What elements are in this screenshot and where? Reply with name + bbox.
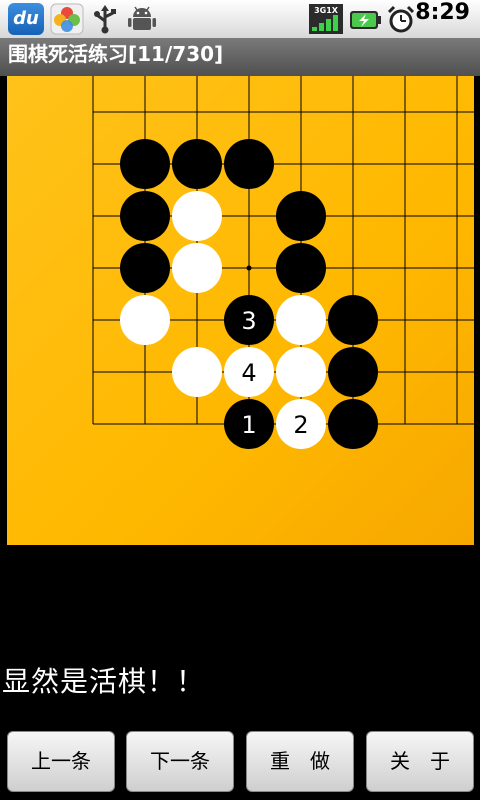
usb-icon <box>94 5 116 34</box>
black-stone-disc <box>328 399 378 449</box>
black-stone-disc <box>224 139 274 189</box>
black-stone[interactable]: 3 <box>224 295 274 345</box>
black-stone-disc <box>120 139 170 189</box>
black-stone[interactable] <box>328 399 378 449</box>
white-stone-disc <box>172 191 222 241</box>
result-message: 显然是活棋！！ <box>2 665 206 698</box>
page-title: 围棋死活练习[11/730] <box>8 42 224 66</box>
black-stone-disc <box>328 295 378 345</box>
go-board[interactable]: 3 4 1 2 <box>7 76 474 545</box>
android-debug-icon <box>128 6 156 30</box>
black-stone[interactable]: 1 <box>224 399 274 449</box>
stone-move-number: 1 <box>241 411 256 439</box>
white-stone[interactable] <box>120 295 170 345</box>
black-stone-disc <box>328 347 378 397</box>
stone-move-number: 4 <box>241 359 256 387</box>
white-stone-disc <box>120 295 170 345</box>
black-stone-disc <box>276 243 326 293</box>
white-stone-disc <box>276 347 326 397</box>
previous-button[interactable]: 上一条 <box>7 731 115 792</box>
svg-text:3G1X: 3G1X <box>314 6 339 15</box>
signal-icon: 3G1X <box>309 4 343 34</box>
black-stone-disc <box>276 191 326 241</box>
black-stone[interactable] <box>276 243 326 293</box>
stone-move-number: 3 <box>241 307 256 335</box>
black-stone[interactable] <box>120 243 170 293</box>
screen: du 3G1X 8:29 围棋死活练习[11/730] 3 4 1 2 显然是活… <box>0 0 480 800</box>
alarm-icon <box>387 5 415 33</box>
title-bar: 围棋死活练习[11/730] <box>0 38 480 76</box>
black-stone-disc <box>120 243 170 293</box>
star-point <box>246 265 252 271</box>
battery-icon <box>350 11 381 29</box>
white-stone[interactable]: 4 <box>224 347 274 397</box>
black-stone[interactable] <box>328 347 378 397</box>
black-stone-disc <box>120 191 170 241</box>
next-button[interactable]: 下一条 <box>126 731 234 792</box>
white-stone[interactable] <box>172 191 222 241</box>
black-stone[interactable] <box>224 139 274 189</box>
white-stone[interactable] <box>172 347 222 397</box>
white-stone-disc <box>172 347 222 397</box>
black-stone-disc <box>172 139 222 189</box>
black-stone[interactable] <box>276 191 326 241</box>
du-app-icon[interactable]: du <box>8 3 44 35</box>
white-stone[interactable] <box>276 295 326 345</box>
status-bar: du 3G1X 8:29 <box>0 0 480 39</box>
white-stone[interactable] <box>276 347 326 397</box>
about-button[interactable]: 关 于 <box>366 731 474 792</box>
black-stone[interactable] <box>172 139 222 189</box>
black-stone[interactable] <box>328 295 378 345</box>
status-time: 8:29 <box>415 0 470 25</box>
stone-move-number: 2 <box>293 411 308 439</box>
go-board-canvas[interactable]: 3 4 1 2 <box>7 76 474 545</box>
black-stone[interactable] <box>120 139 170 189</box>
white-stone-disc <box>172 243 222 293</box>
redo-button[interactable]: 重 做 <box>246 731 354 792</box>
white-stone[interactable] <box>172 243 222 293</box>
white-stone[interactable]: 2 <box>276 399 326 449</box>
white-stone-disc <box>276 295 326 345</box>
petal-app-icon[interactable] <box>50 3 84 35</box>
black-stone[interactable] <box>120 191 170 241</box>
